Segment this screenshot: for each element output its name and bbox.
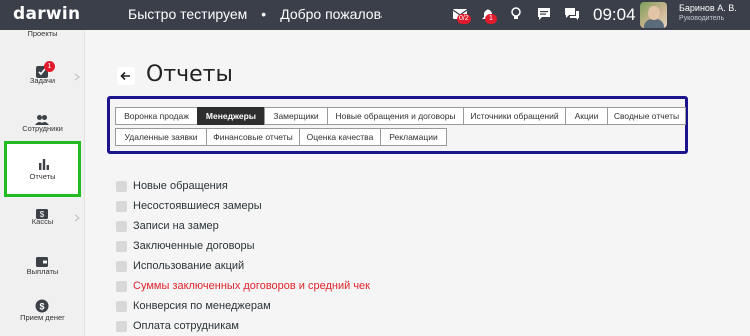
lightbulb-icon[interactable] xyxy=(507,5,525,23)
user-name[interactable]: Баринов А. В. xyxy=(679,3,737,13)
mail-badge: 0/2 xyxy=(457,14,471,24)
report-icon xyxy=(116,201,127,212)
sidebar-item-projects[interactable]: Проекты xyxy=(0,16,85,60)
back-button[interactable] xyxy=(117,67,135,85)
tab-deleted-requests[interactable]: Удаленные заявки xyxy=(115,128,207,146)
report-label[interactable]: Новые обращения xyxy=(133,180,228,192)
report-label[interactable]: Суммы заключенных договоров и средний че… xyxy=(133,280,370,292)
ticker-separator: • xyxy=(261,6,267,22)
tab-measurers[interactable]: Замерщики xyxy=(264,107,328,125)
ticker-item: Добро пожаловать в си xyxy=(280,6,382,22)
page-title: Отчеты xyxy=(146,62,233,87)
sidebar: Проекты 1 Задачи Сотрудники Отчеты $ Кас… xyxy=(0,29,85,336)
ticker-item: Быстро тестируем xyxy=(128,6,248,22)
clock: 09:04 xyxy=(593,5,636,24)
report-label[interactable]: Оплата сотрудникам xyxy=(133,320,239,332)
mail-icon[interactable]: 0/2 xyxy=(451,5,471,24)
report-tabs: Воронка продаж Менеджеры Замерщики Новые… xyxy=(107,96,688,154)
sidebar-item-label: Прием денег xyxy=(20,313,65,322)
arrow-left-icon xyxy=(120,71,130,81)
svg-text:$: $ xyxy=(39,301,44,311)
tasks-badge: 1 xyxy=(44,61,55,72)
chevron-right-icon xyxy=(73,209,81,222)
report-label[interactable]: Несостоявшиеся замеры xyxy=(133,200,262,212)
tab-promotions[interactable]: Акции xyxy=(565,107,608,125)
report-icon xyxy=(116,261,127,272)
report-label[interactable]: Конверсия по менеджерам xyxy=(133,300,271,312)
report-label[interactable]: Заключенные договоры xyxy=(133,240,255,252)
report-icon xyxy=(116,221,127,232)
tab-new-requests-contracts[interactable]: Новые обращения и договоры xyxy=(327,107,464,125)
sidebar-item-cash[interactable]: $ Кассы xyxy=(0,200,85,244)
tab-financial-reports[interactable]: Финансовые отчеты xyxy=(206,128,300,146)
report-icon xyxy=(116,181,127,192)
sidebar-item-label: Отчеты xyxy=(29,172,56,181)
chat-icon[interactable] xyxy=(535,5,553,23)
report-icon xyxy=(116,281,127,292)
sidebar-item-payouts[interactable]: Выплаты xyxy=(0,248,85,292)
dollar-icon: $ xyxy=(34,298,50,314)
user-role: Руководитель xyxy=(679,15,725,22)
news-ticker: Быстро тестируем • Добро пожаловать в си xyxy=(128,6,382,24)
tab-summary-reports[interactable]: Сводные отчеты xyxy=(607,107,686,125)
sidebar-item-reports[interactable]: Отчеты xyxy=(4,141,81,197)
report-icon xyxy=(116,241,127,252)
sidebar-item-tasks[interactable]: 1 Задачи xyxy=(0,58,85,102)
notification-badge: 1 xyxy=(485,14,497,24)
tab-sales-funnel[interactable]: Воронка продаж xyxy=(115,107,198,125)
tab-managers[interactable]: Менеджеры xyxy=(197,107,265,125)
report-label[interactable]: Записи на замер xyxy=(133,220,219,232)
tab-request-sources[interactable]: Источники обращений xyxy=(463,107,566,125)
messages-icon[interactable] xyxy=(563,5,581,23)
report-icon xyxy=(116,321,127,332)
sidebar-item-label: Выплаты xyxy=(26,267,59,276)
top-bar: darwin Быстро тестируем•Добро пожаловать… xyxy=(0,0,750,30)
sidebar-item-label: Сотрудники xyxy=(22,124,63,133)
report-icon xyxy=(116,301,127,312)
notification-icon[interactable]: 1 xyxy=(479,5,497,24)
chevron-right-icon xyxy=(73,68,81,81)
sidebar-item-label: Проекты xyxy=(27,29,58,38)
tab-quality-assessment[interactable]: Оценка качества xyxy=(299,128,381,146)
report-label[interactable]: Использование акций xyxy=(133,260,244,272)
avatar[interactable] xyxy=(640,2,667,28)
sidebar-item-receive-money[interactable]: $ Прием денег xyxy=(0,292,85,336)
tab-complaints[interactable]: Рекламации xyxy=(380,128,447,146)
bar-chart-icon xyxy=(36,156,52,172)
